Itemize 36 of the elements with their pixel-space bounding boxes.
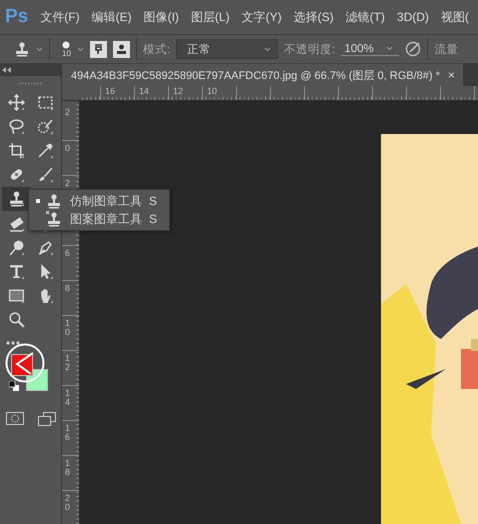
ruler-label: 16 [65,424,72,443]
menu-item[interactable]: 图像(I) [144,8,179,26]
ruler-label: 0 [65,144,72,154]
opacity-field[interactable]: 100% [341,42,400,56]
menu-item[interactable]: 编辑(E) [92,8,132,26]
mode-label: 模式: [142,42,170,56]
flow-label: 流量 [434,42,458,56]
ruler-label: 16 [105,86,116,96]
ruler-label: 2 [65,108,72,118]
ruler-label: 10 [65,319,72,338]
ruler-label: 12 [173,86,184,96]
menu-item[interactable]: 3D(D) [396,10,429,24]
ruler-label: 8 [65,284,72,294]
ruler-label: 6 [65,249,72,258]
document-tab[interactable]: 494A34B3F59C58925890E797AAFDC670.jpg @ 66.7% (图层 0, RGB/8#) * × [62,64,463,86]
ruler-label: 14 [65,389,72,408]
opacity-label: 不透明度: [284,42,336,56]
flyout-menu-item[interactable]: 图案图章工具 S [29,210,169,228]
menu-item[interactable]: 文字(Y) [242,8,282,26]
menu-item[interactable]: 文件(F) [40,8,80,26]
ruler-label: 2 [65,179,72,188]
menu-item[interactable]: 选择(S) [294,8,334,26]
ruler-label: 18 [65,459,72,478]
app-logo: Ps [5,6,28,28]
ruler-label: 14 [139,86,150,96]
ruler-label: 10 [207,86,218,96]
menu-item[interactable]: 视图( [440,8,469,26]
mode-dropdown[interactable]: 正常 [176,39,278,59]
menu-item[interactable]: 图层(L) [190,8,230,26]
ruler-label: 12 [65,354,72,373]
document-title: 494A34B3F59C58925890E797AAFDC670.jpg @ 66.7% (图层 0, RGB/8#) * [71,68,440,82]
ruler-label: 20 [65,494,72,513]
brush-size: 10 [62,48,71,58]
close-tab-button[interactable]: × [448,68,455,82]
flyout-menu-item[interactable]: 仿制图章工具 S [29,192,169,210]
menu-item[interactable]: 滤镜(T) [346,8,385,26]
